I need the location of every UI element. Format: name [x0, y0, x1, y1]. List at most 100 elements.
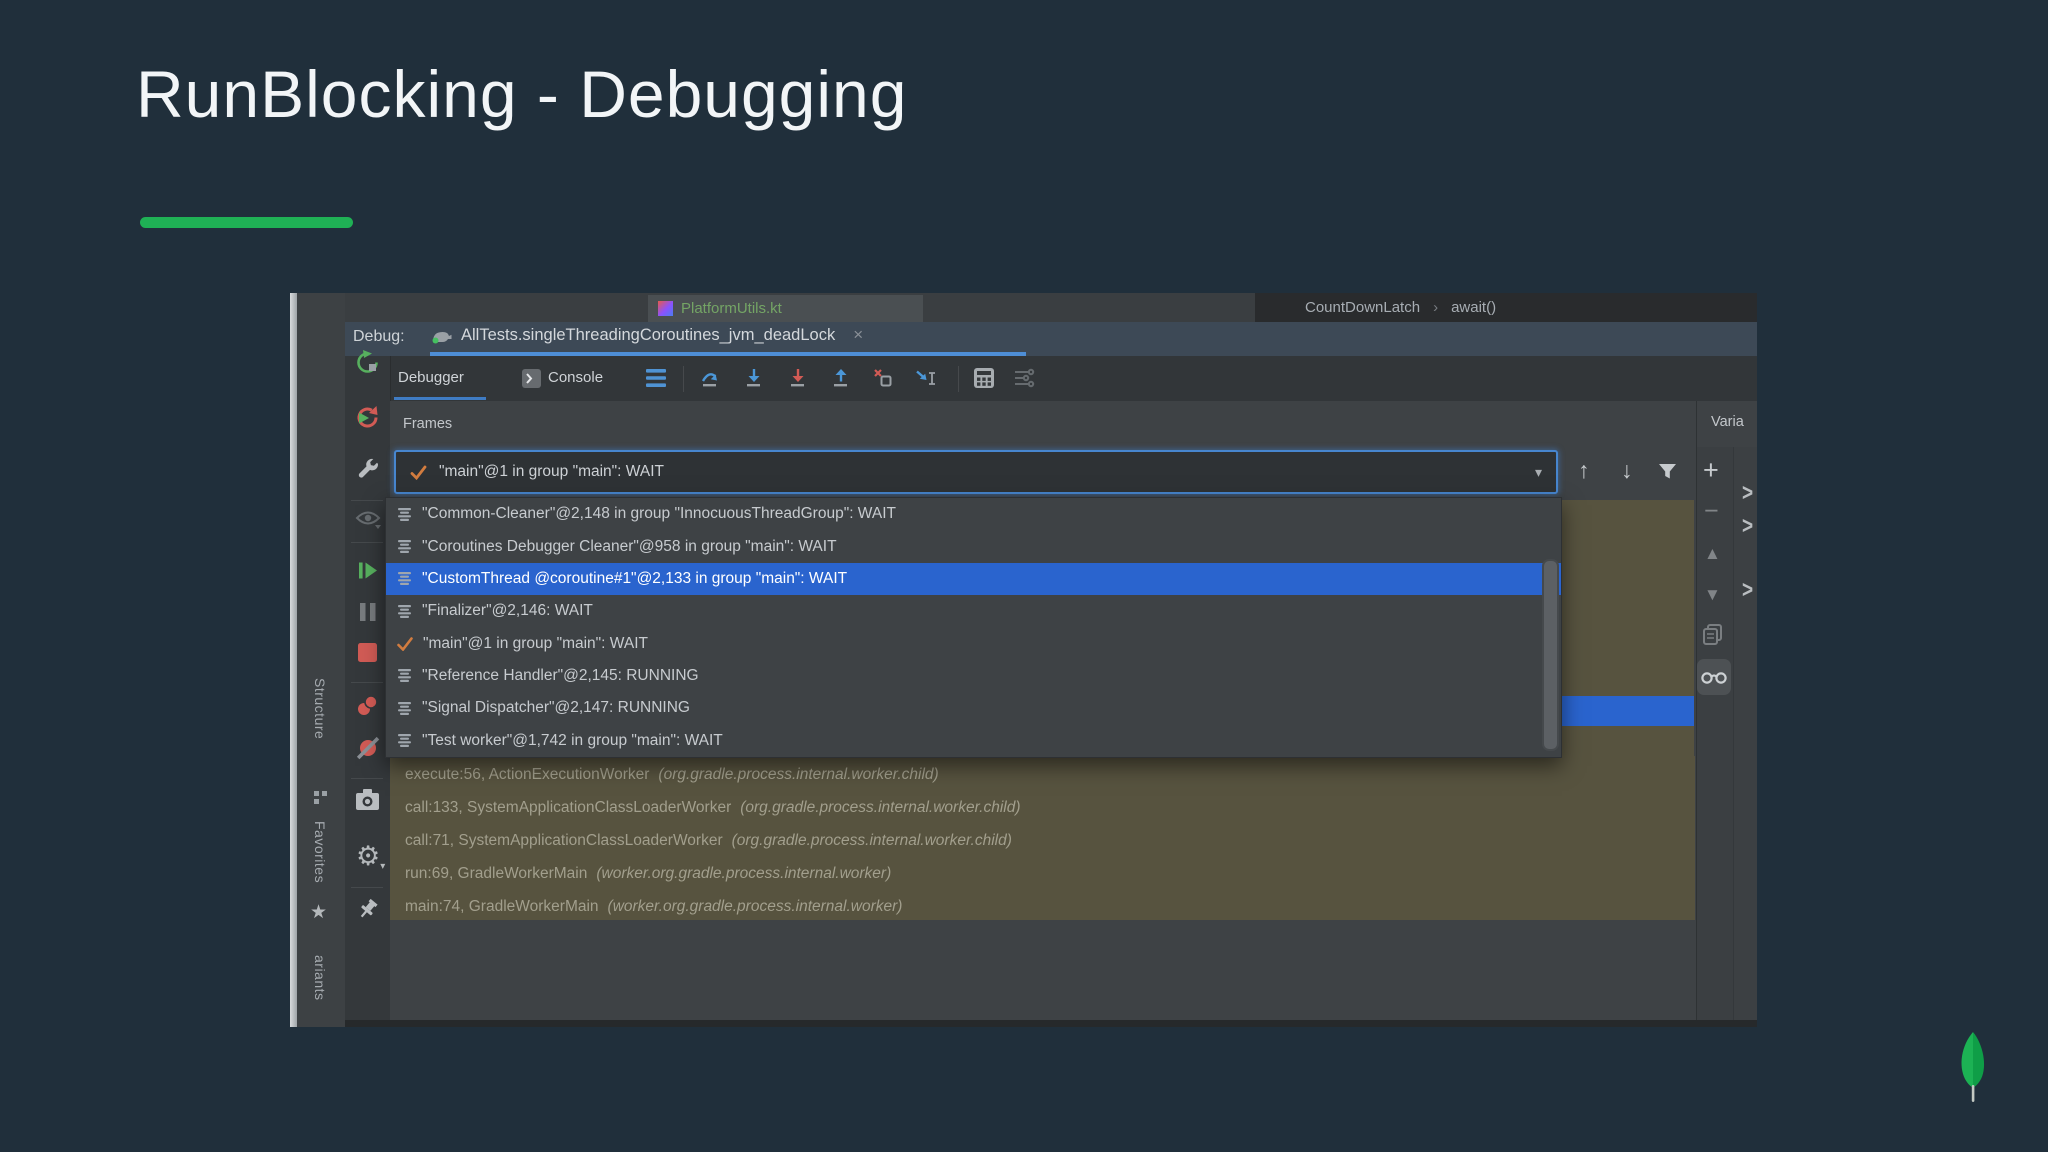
debugger-tab-underline	[394, 397, 486, 400]
debugger-settings-gear-icon[interactable]: ⚙▾	[356, 841, 385, 872]
breadcrumb[interactable]: CountDownLatch › await()	[1255, 293, 1757, 322]
sidebar-tab-favorites[interactable]: Favorites	[312, 821, 328, 883]
page-title: RunBlocking - Debugging	[136, 57, 908, 131]
current-thread-check-icon	[410, 465, 427, 480]
resume-program-icon[interactable]	[356, 559, 379, 582]
stack-frame-row[interactable]: call:133, SystemApplicationClassLoaderWo…	[405, 792, 1021, 825]
thread-dropdown-item[interactable]: "Coroutines Debugger Cleaner"@958 in gro…	[386, 530, 1561, 562]
thread-dump-camera-icon[interactable]	[355, 789, 380, 811]
drop-frame-icon[interactable]	[873, 368, 893, 388]
view-breakpoints-icon[interactable]	[356, 695, 379, 717]
stack-frames-list: execute:56, ActionExecutionWorker (org.gr…	[405, 759, 1021, 923]
thread-dropdown-list[interactable]: "Common-Cleaner"@2,148 in group "Innocuo…	[385, 497, 1562, 758]
thread-icon	[398, 669, 411, 683]
editor-tab-platformutils[interactable]: PlatformUtils.kt	[648, 295, 923, 322]
debug-session-bar: Debug: AllTests.singleThreadingCoroutine…	[345, 322, 1757, 356]
step-out-icon[interactable]	[831, 368, 851, 388]
tab-debugger[interactable]: Debugger	[398, 369, 464, 386]
sidebar-tab-structure[interactable]: Structure	[312, 678, 328, 739]
show-watches-glasses-icon[interactable]	[1701, 670, 1728, 685]
current-thread-check-icon	[397, 636, 413, 651]
side-toolbar-separator	[351, 887, 383, 888]
thread-icon	[398, 507, 411, 521]
window-edge-strip	[290, 293, 297, 1027]
show-execution-point-eye-icon[interactable]	[355, 509, 381, 529]
thread-icon	[398, 572, 411, 586]
close-icon[interactable]: ×	[843, 325, 863, 345]
thread-dropdown-item[interactable]: "Common-Cleaner"@2,148 in group "Innocuo…	[386, 498, 1561, 530]
breadcrumb-item[interactable]: await()	[1451, 299, 1496, 316]
layout-settings-icon[interactable]	[1013, 367, 1035, 389]
show-threads-icon[interactable]	[646, 369, 666, 388]
tree-expand-chevron-icon[interactable]: >	[1742, 513, 1753, 541]
selected-frame-row[interactable]	[1562, 696, 1694, 726]
favorites-star-icon: ★	[310, 902, 328, 923]
left-tool-window-strip: Structure Favorites ★ ariants	[297, 293, 346, 1027]
thread-selector-combobox[interactable]: "main"@1 in group "main": WAIT ▾	[394, 450, 1558, 494]
thread-dropdown-item[interactable]: "Reference Handler"@2,145: RUNNING	[386, 660, 1561, 692]
step-over-icon[interactable]	[700, 368, 720, 388]
remove-watch-icon[interactable]: −	[1704, 497, 1719, 526]
stack-frame-row[interactable]: execute:56, ActionExecutionWorker (org.gr…	[405, 759, 1021, 792]
tab-console[interactable]: Console	[548, 369, 603, 386]
console-icon	[522, 369, 541, 388]
tree-expand-chevron-icon[interactable]: >	[1742, 577, 1753, 605]
pause-program-icon[interactable]	[358, 601, 378, 623]
editor-tab-label: PlatformUtils.kt	[681, 300, 782, 317]
debug-label: Debug:	[353, 328, 405, 345]
step-into-icon[interactable]	[744, 368, 764, 388]
toolbar-separator	[958, 366, 959, 392]
gradle-icon	[432, 331, 452, 343]
settings-wrench-icon[interactable]	[356, 458, 380, 482]
stack-frame-row[interactable]: call:71, SystemApplicationClassLoaderWor…	[405, 825, 1021, 858]
breadcrumb-separator: ›	[1433, 299, 1439, 316]
panel-divider	[1696, 401, 1697, 1020]
toolbar-separator	[683, 366, 684, 392]
rerun-failed-tests-icon[interactable]	[355, 405, 380, 430]
variables-panel-title: Varia	[1711, 414, 1744, 430]
move-frame-up-icon[interactable]: ↑	[1578, 457, 1590, 484]
thread-dropdown-item[interactable]: "Finalizer"@2,146: WAIT	[386, 595, 1561, 627]
evaluate-expression-icon[interactable]	[973, 367, 995, 389]
ide-screenshot: Structure Favorites ★ ariants PlatformUt…	[290, 293, 1757, 1027]
debug-session-title: AllTests.singleThreadingCoroutines_jvm_d…	[461, 325, 836, 344]
thread-dropdown-item[interactable]: "Signal Dispatcher"@2,147: RUNNING	[386, 692, 1561, 724]
rerun-icon[interactable]	[355, 350, 380, 375]
thread-icon	[398, 540, 411, 554]
title-accent-bar	[140, 217, 353, 228]
stop-icon[interactable]	[358, 643, 378, 663]
filter-frames-icon[interactable]	[1657, 462, 1678, 481]
thread-icon	[398, 734, 411, 748]
stack-frame-row[interactable]: run:69, GradleWorkerMain (worker.org.grad…	[405, 857, 1021, 890]
move-frame-down-icon[interactable]: ↓	[1621, 457, 1633, 484]
run-to-cursor-icon[interactable]	[915, 368, 937, 388]
chevron-down-icon[interactable]: ▾	[1535, 464, 1542, 481]
move-up-icon[interactable]: ▲	[1704, 544, 1721, 564]
mute-breakpoints-icon[interactable]	[356, 736, 380, 760]
debug-session-tab[interactable]: AllTests.singleThreadingCoroutines_jvm_d…	[430, 325, 863, 345]
side-toolbar-separator	[351, 778, 383, 779]
thread-icon	[398, 701, 411, 715]
kotlin-file-icon	[658, 301, 673, 316]
panel-header-row: Frames Varia	[390, 401, 1757, 447]
add-watch-icon[interactable]: +	[1703, 455, 1719, 486]
ide-bottom-edge	[345, 1020, 1757, 1027]
tree-expand-chevron-icon[interactable]: >	[1742, 480, 1753, 508]
side-toolbar-separator	[351, 542, 383, 543]
thread-dropdown-item[interactable]: "CustomThread @coroutine#1"@2,133 in gro…	[386, 562, 1561, 596]
debugger-toolbar: Debugger Console	[345, 356, 1757, 402]
mongodb-leaf-icon	[1961, 1032, 1985, 1102]
duplicate-watch-icon[interactable]	[1703, 624, 1723, 646]
move-down-icon[interactable]: ▼	[1704, 585, 1721, 605]
sidebar-tab-variants[interactable]: ariants	[312, 955, 328, 1001]
dropdown-scrollbar[interactable]	[1542, 559, 1559, 751]
stack-frame-row[interactable]: main:74, GradleWorkerMain (worker.org.gra…	[405, 890, 1021, 923]
pin-tab-icon[interactable]	[357, 898, 379, 922]
thread-dropdown-item[interactable]: "Test worker"@1,742 in group "main": WAI…	[386, 725, 1561, 757]
frames-panel-title: Frames	[403, 416, 453, 432]
thread-icon	[398, 604, 411, 618]
thread-dropdown-item[interactable]: "main"@1 in group "main": WAIT	[386, 627, 1561, 659]
breadcrumb-item[interactable]: CountDownLatch	[1305, 299, 1420, 316]
side-toolbar-separator	[351, 682, 383, 683]
force-step-into-icon[interactable]	[788, 368, 808, 388]
